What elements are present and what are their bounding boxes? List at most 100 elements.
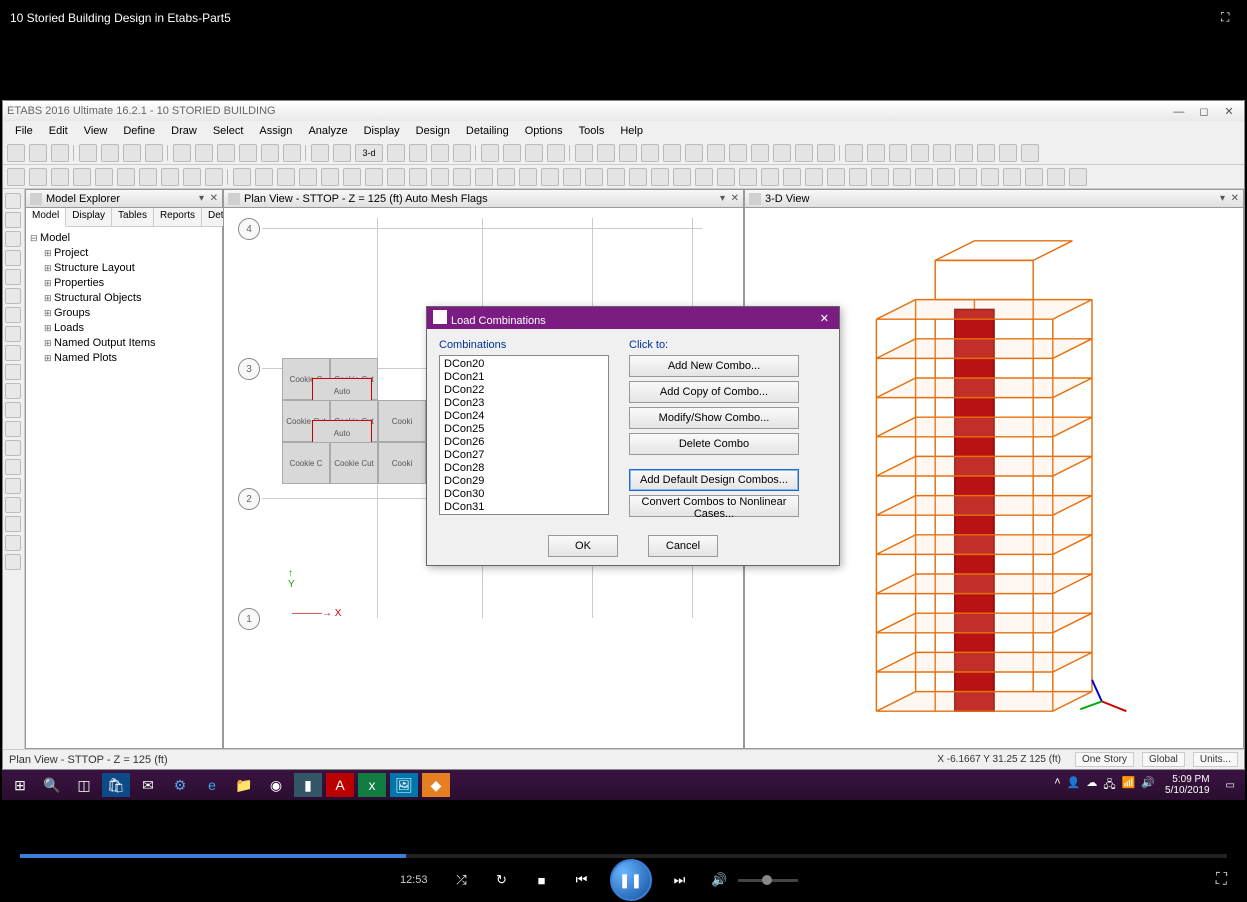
tool-btn[interactable] [299, 168, 317, 186]
tool-btn[interactable] [751, 144, 769, 162]
tool-btn[interactable] [629, 168, 647, 186]
tool-btn[interactable] [563, 168, 581, 186]
list-item[interactable]: DCon24 [442, 410, 606, 423]
tool-btn[interactable] [321, 168, 339, 186]
tool-btn[interactable] [73, 168, 91, 186]
tab-tables[interactable]: Tables [112, 208, 154, 226]
lt-btn[interactable] [5, 440, 21, 456]
list-item[interactable]: DCon20 [442, 358, 606, 371]
photos-icon[interactable]: 🖼 [390, 773, 418, 797]
list-item[interactable]: DCon23 [442, 397, 606, 410]
tool-btn[interactable] [729, 144, 747, 162]
tool-btn[interactable] [981, 168, 999, 186]
lt-btn[interactable] [5, 535, 21, 551]
tool-btn[interactable] [277, 168, 295, 186]
tool-btn[interactable] [999, 144, 1017, 162]
tool-btn[interactable] [805, 168, 823, 186]
tool-btn[interactable] [333, 144, 351, 162]
volume-icon[interactable]: 🔊 [708, 868, 732, 892]
tool-btn[interactable] [453, 168, 471, 186]
tool-btn[interactable] [525, 144, 543, 162]
repeat-icon[interactable]: ↻ [490, 868, 514, 892]
onedrive-icon[interactable]: ☁ [1086, 776, 1097, 795]
tool-btn[interactable] [845, 144, 863, 162]
list-item[interactable]: DCon29 [442, 475, 606, 488]
menu-display[interactable]: Display [356, 123, 408, 139]
tool-btn[interactable] [161, 168, 179, 186]
tool-btn[interactable] [387, 144, 405, 162]
list-item[interactable]: DCon21 [442, 371, 606, 384]
lt-btn[interactable] [5, 402, 21, 418]
tool-btn[interactable] [867, 144, 885, 162]
excel-icon[interactable]: x [358, 773, 386, 797]
list-item[interactable]: DCon26 [442, 436, 606, 449]
tree-item[interactable]: Structure Layout [44, 261, 218, 276]
tool-btn[interactable] [409, 168, 427, 186]
tool-btn[interactable] [575, 144, 593, 162]
tree-item[interactable]: Loads [44, 321, 218, 336]
tool-btn[interactable] [29, 168, 47, 186]
tool-btn[interactable] [795, 144, 813, 162]
tool-btn[interactable] [255, 168, 273, 186]
tool-btn[interactable] [481, 144, 499, 162]
list-item[interactable]: DCon27 [442, 449, 606, 462]
pin-icon[interactable]: ▾ [1220, 193, 1225, 204]
tool-btn[interactable] [817, 144, 835, 162]
status-units[interactable]: Units... [1193, 752, 1238, 767]
close-icon[interactable]: ✕ [1218, 105, 1240, 118]
modify-combo-button[interactable]: Modify/Show Combo... [629, 407, 799, 429]
lt-btn[interactable] [5, 212, 21, 228]
tool-btn[interactable] [29, 144, 47, 162]
tool-btn[interactable] [145, 144, 163, 162]
menu-define[interactable]: Define [115, 123, 163, 139]
tool-btn[interactable] [95, 168, 113, 186]
app-icon[interactable]: ◆ [422, 773, 450, 797]
tool-btn[interactable] [233, 168, 251, 186]
minimize-icon[interactable]: — [1168, 106, 1190, 118]
tool-btn[interactable] [717, 168, 735, 186]
tool-btn[interactable] [101, 144, 119, 162]
tool-btn[interactable] [51, 144, 69, 162]
tool-btn[interactable] [497, 168, 515, 186]
tab-model[interactable]: Model [26, 208, 66, 227]
system-tray[interactable]: ˄ 👤 ☁ 🖧 📶 🔊 [1054, 776, 1155, 795]
menu-tools[interactable]: Tools [571, 123, 613, 139]
status-onestory[interactable]: One Story [1075, 752, 1134, 767]
prev-icon[interactable]: ⏮ [570, 868, 594, 892]
tool-btn[interactable] [51, 168, 69, 186]
tool-btn[interactable] [959, 168, 977, 186]
tool-btn[interactable] [827, 168, 845, 186]
lt-btn[interactable] [5, 478, 21, 494]
tool-btn[interactable] [503, 144, 521, 162]
tool-btn[interactable] [1047, 168, 1065, 186]
tool-btn[interactable] [387, 168, 405, 186]
tool-btn[interactable] [783, 168, 801, 186]
volume-icon[interactable]: 🔊 [1141, 776, 1155, 795]
notification-icon[interactable]: ▭ [1220, 780, 1241, 791]
tree-item[interactable]: Groups [44, 306, 218, 321]
tool-btn[interactable] [283, 144, 301, 162]
close-panel-icon[interactable]: ✕ [1231, 193, 1239, 204]
list-item[interactable]: DCon28 [442, 462, 606, 475]
start-button[interactable]: ⊞ [6, 773, 34, 797]
stop-icon[interactable]: ■ [530, 868, 554, 892]
expand-icon[interactable]: ⛶ [1221, 10, 1237, 26]
tree-item[interactable]: Structural Objects [44, 291, 218, 306]
lt-btn[interactable] [5, 497, 21, 513]
tool-btn[interactable] [663, 144, 681, 162]
tool-btn[interactable] [911, 144, 929, 162]
tool-btn[interactable] [409, 144, 427, 162]
tool-btn[interactable] [195, 144, 213, 162]
pause-icon[interactable]: ❚❚ [610, 859, 652, 901]
taskbar-clock[interactable]: 5:09 PM 5/10/2019 [1165, 774, 1210, 796]
lt-btn[interactable] [5, 231, 21, 247]
menu-design[interactable]: Design [408, 123, 458, 139]
tool-btn[interactable] [343, 168, 361, 186]
fullscreen-icon[interactable]: ⛶ [1216, 871, 1227, 889]
mail-icon[interactable]: ✉ [134, 773, 162, 797]
etabs-icon[interactable]: ▮ [294, 773, 322, 797]
tool-btn[interactable] [673, 168, 691, 186]
add-default-combos-button[interactable]: Add Default Design Combos... [629, 469, 799, 491]
menu-file[interactable]: File [7, 123, 41, 139]
tool-btn[interactable] [475, 168, 493, 186]
